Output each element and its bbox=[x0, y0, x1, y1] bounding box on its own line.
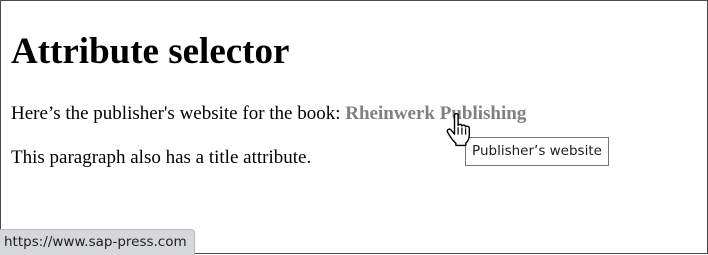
hand-pointer-icon bbox=[446, 113, 470, 147]
page-title: Attribute selector bbox=[11, 31, 290, 72]
link-tooltip: Publisher’s website bbox=[465, 137, 609, 166]
status-bar-url: https://www.sap-press.com bbox=[0, 229, 195, 255]
browser-viewport: Attribute selector Here’s the publisher'… bbox=[0, 0, 708, 254]
title-attribute-paragraph: This paragraph also has a title attribut… bbox=[11, 147, 312, 168]
publisher-link[interactable]: Rheinwerk Publishing bbox=[345, 103, 526, 124]
publisher-paragraph-text: Here’s the publisher's website for the b… bbox=[11, 103, 346, 124]
